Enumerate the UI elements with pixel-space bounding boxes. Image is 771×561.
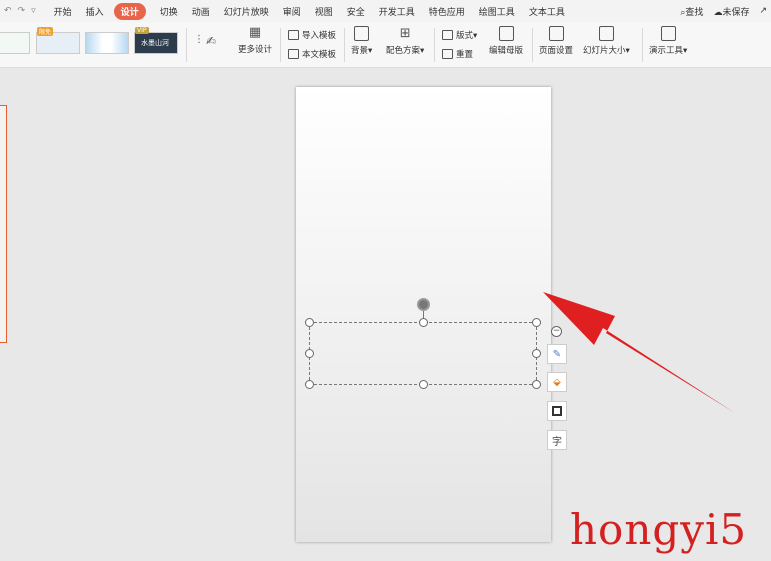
watermark-text: hongyi5 — [570, 505, 748, 554]
red-arrow-annotation — [543, 292, 735, 413]
arrow-shape — [543, 292, 735, 413]
